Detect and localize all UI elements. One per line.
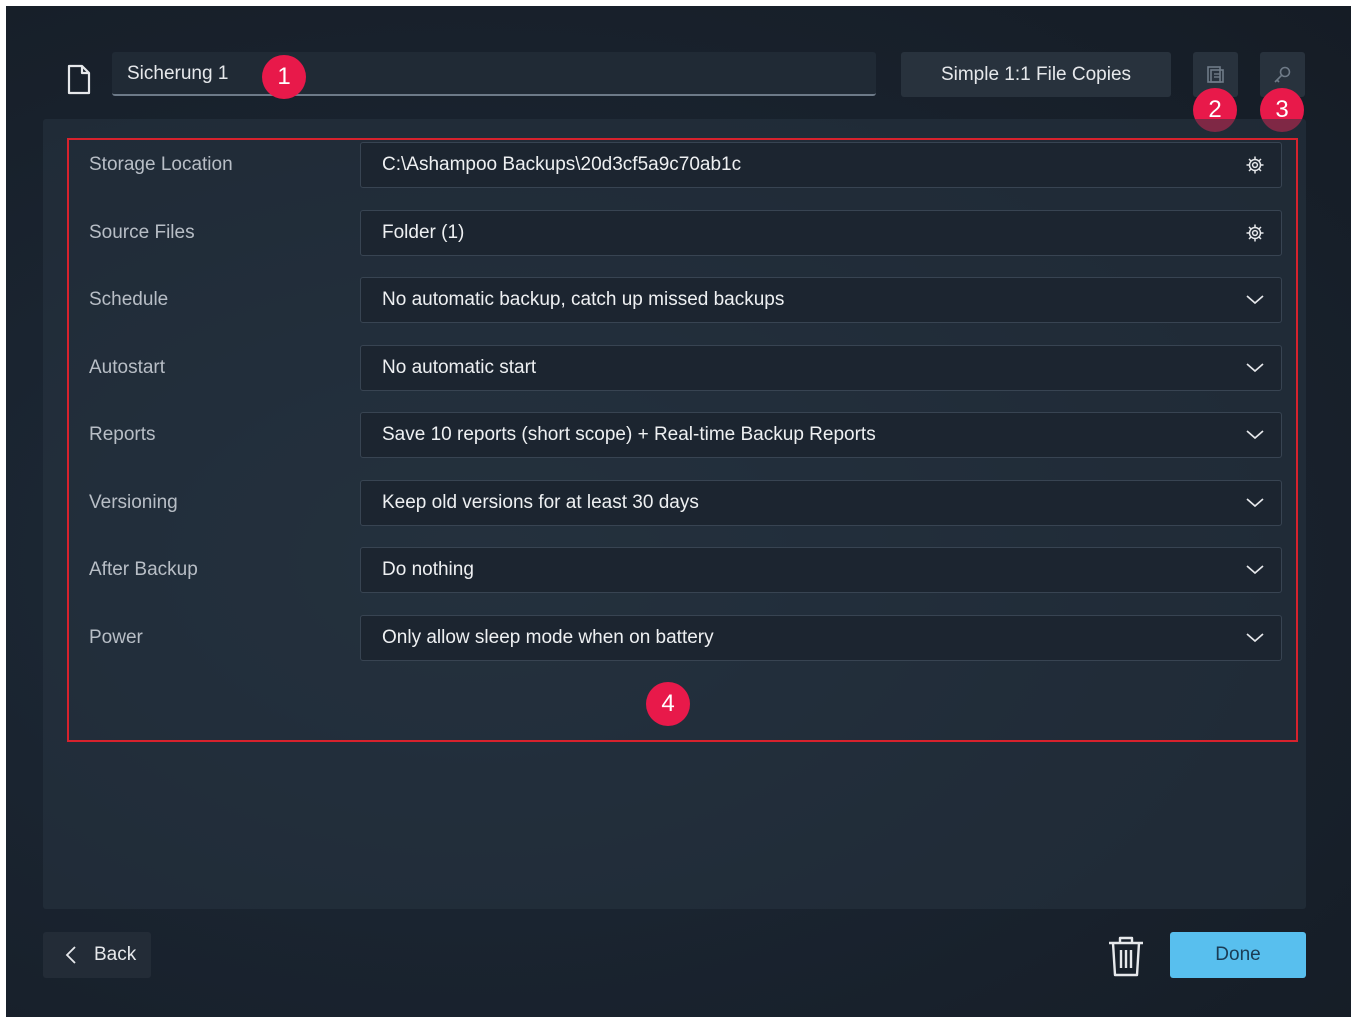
back-label: Back	[94, 944, 137, 965]
options-icon	[1207, 66, 1224, 83]
key-icon	[1274, 66, 1291, 83]
annotation-badge-1: 1	[262, 55, 306, 99]
backup-name-input[interactable]: Sicherung 1	[112, 52, 876, 96]
chevron-left-icon	[65, 946, 76, 964]
annotation-highlight-box	[67, 138, 1298, 742]
backup-settings-window: Sicherung 1 1 Simple 1:1 File Copies 2 3…	[6, 6, 1351, 1017]
backup-mode-button[interactable]: Simple 1:1 File Copies	[901, 52, 1171, 97]
done-button[interactable]: Done	[1170, 932, 1306, 978]
trash-icon[interactable]	[1106, 934, 1146, 978]
annotation-badge-4: 4	[646, 682, 690, 726]
document-icon	[67, 64, 91, 95]
back-button[interactable]: Back	[43, 932, 151, 978]
